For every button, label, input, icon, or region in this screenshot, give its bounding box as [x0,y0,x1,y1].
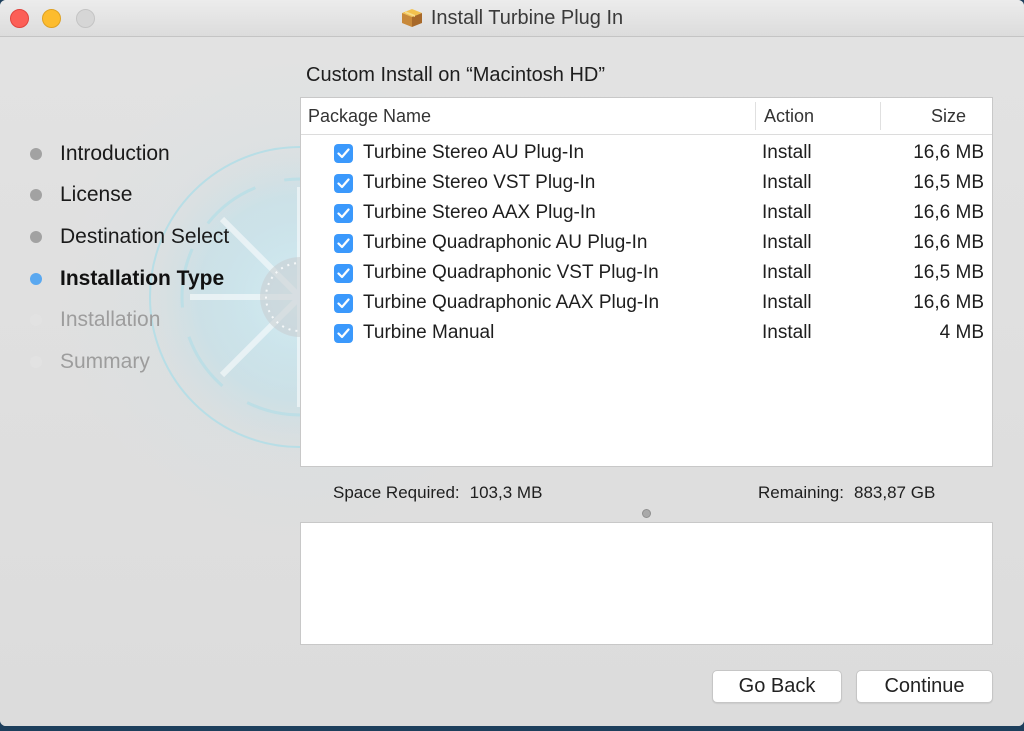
package-action: Install [762,322,812,343]
package-checkbox[interactable] [334,233,353,253]
step-dot-active [30,272,42,285]
package-name: Turbine Stereo AAX Plug-In [363,202,596,223]
package-size: 16,6 MB [913,232,984,253]
package-size: 16,6 MB [913,292,984,313]
step-label: Destination Select [60,224,230,248]
package-action: Install [762,262,812,283]
installer-window: Install Turbine Plug In Introduction Lic… [0,0,1024,726]
package-action: Install [762,232,812,253]
package-name: Turbine Quadraphonic AAX Plug-In [363,292,660,313]
package-description-box [300,522,993,645]
package-size: 16,6 MB [913,142,984,163]
package-name-cell: Turbine Quadraphonic VST Plug-In [301,262,756,284]
package-name: Turbine Manual [363,322,495,343]
table-row[interactable]: Turbine Quadraphonic VST Plug-In Install 1… [301,258,992,288]
column-header-size[interactable]: Size [881,98,992,134]
checkmark-icon [337,237,350,248]
page-heading: Custom Install on “Macintosh HD” [306,64,605,86]
table-body: Turbine Stereo AU Plug-In Install 16,6 MB T… [301,135,992,348]
package-name: Turbine Stereo AU Plug-In [363,142,585,163]
package-size: 4 MB [939,322,984,343]
checkmark-icon [337,177,350,188]
package-checkbox[interactable] [334,143,353,163]
go-back-button[interactable]: Go Back [712,670,842,703]
package-size: 16,6 MB [913,202,984,223]
table-row[interactable]: Turbine Quadraphonic AU Plug-In Install 16… [301,228,992,258]
space-required-label: Space Required: [333,483,460,502]
remaining-value: 883,87 GB [854,483,936,502]
column-header-action[interactable]: Action [756,102,881,130]
step-dot [30,147,42,160]
package-name: Turbine Stereo VST Plug-In [363,172,596,193]
window-title: Install Turbine Plug In [430,6,624,29]
table-header: Package Name Action Size [301,98,992,135]
content-area: Introduction License Destination Select … [0,37,1024,726]
table-row[interactable]: Turbine Quadraphonic AAX Plug-In Install 1… [301,288,992,318]
package-checkbox[interactable] [334,203,353,223]
window-title-area: Install Turbine Plug In [0,0,1024,36]
package-action: Install [762,172,812,193]
space-required-value: 103,3 MB [469,483,543,502]
checkmark-icon [337,267,350,278]
package-checkbox[interactable] [334,323,353,343]
package-table: Package Name Action Size Turbine Stereo … [300,97,993,467]
step-introduction: Introduction [30,133,229,175]
package-name-cell: Turbine Quadraphonic AU Plug-In [301,232,756,254]
table-row[interactable]: Turbine Stereo VST Plug-In Install 16,5 MB [301,168,992,198]
steps-sidebar: Introduction License Destination Select … [30,133,229,383]
step-label: License [60,183,133,207]
package-icon [401,8,423,28]
step-label: Introduction [60,141,170,165]
step-dot [30,230,42,243]
package-size: 16,5 MB [913,262,984,283]
step-dot [30,355,42,368]
table-row[interactable]: Turbine Stereo AAX Plug-In Install 16,6 MB [301,198,992,228]
title-bar: Install Turbine Plug In [0,0,1024,37]
package-action: Install [762,292,812,313]
checkmark-icon [337,327,350,338]
step-installation-type: Installation Type [30,258,229,300]
space-remaining: Remaining: 883,87 GB [758,483,935,503]
step-summary: Summary [30,341,229,383]
package-name: Turbine Quadraphonic AU Plug-In [363,232,648,253]
package-name-cell: Turbine Stereo VST Plug-In [301,172,756,194]
checkmark-icon [337,207,350,218]
package-checkbox[interactable] [334,173,353,193]
step-license: License [30,175,229,217]
step-label: Installation Type [60,266,225,290]
package-size: 16,5 MB [913,172,984,193]
package-action: Install [762,202,812,223]
step-label: Summary [60,349,150,373]
package-name-cell: Turbine Quadraphonic AAX Plug-In [301,292,756,314]
checkmark-icon [337,297,350,308]
column-header-package-name[interactable]: Package Name [301,102,756,130]
step-installation: Installation [30,299,229,341]
split-view-handle[interactable] [642,509,651,518]
continue-button[interactable]: Continue [856,670,993,703]
space-required: Space Required: 103,3 MB [333,483,542,503]
checkmark-icon [337,147,350,158]
package-name: Turbine Quadraphonic VST Plug-In [363,262,659,283]
package-name-cell: Turbine Manual [301,322,756,344]
package-name-cell: Turbine Stereo AU Plug-In [301,142,756,164]
package-action: Install [762,142,812,163]
remaining-label: Remaining: [758,483,844,502]
package-checkbox[interactable] [334,263,353,283]
package-checkbox[interactable] [334,293,353,313]
step-destination-select: Destination Select [30,216,229,258]
step-label: Installation [60,308,161,332]
table-row[interactable]: Turbine Manual Install 4 MB [301,318,992,348]
step-dot [30,314,42,327]
step-dot [30,189,42,202]
table-row[interactable]: Turbine Stereo AU Plug-In Install 16,6 MB [301,138,992,168]
package-name-cell: Turbine Stereo AAX Plug-In [301,202,756,224]
